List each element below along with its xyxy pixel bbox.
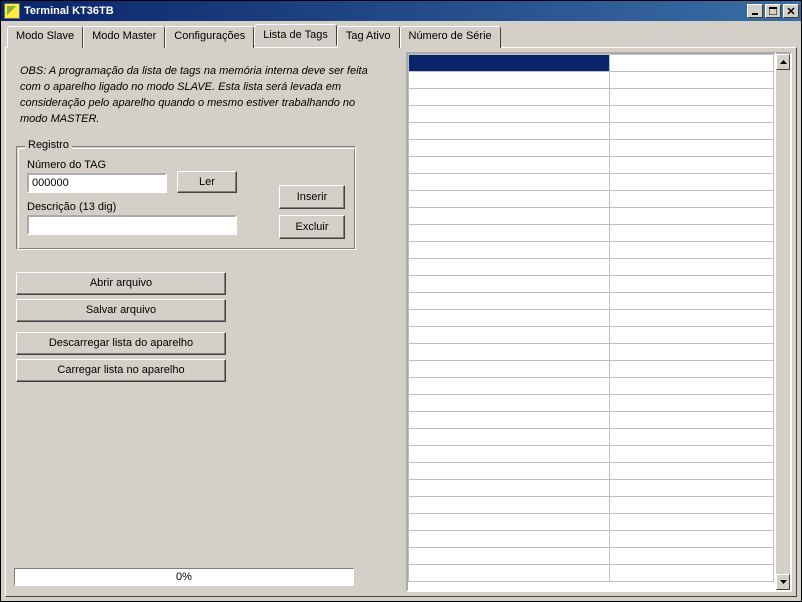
scroll-up-button[interactable] [776, 54, 790, 70]
maximize-button[interactable] [765, 4, 781, 18]
table-row[interactable] [409, 446, 774, 463]
chevron-down-icon [780, 580, 787, 584]
table-row[interactable] [409, 310, 774, 327]
registro-group: Registro Número do TAG Ler Descrição (13… [16, 146, 356, 250]
tabstrip: Modo Slave Modo Master Configurações Lis… [7, 25, 797, 47]
descricao-label: Descrição (13 dig) [27, 201, 237, 213]
tag-number-input[interactable] [27, 173, 167, 193]
obs-text: OBS: A programação da lista de tags na m… [14, 56, 384, 140]
table-row[interactable] [409, 395, 774, 412]
descricao-input[interactable] [27, 215, 237, 235]
table-row[interactable] [409, 157, 774, 174]
tags-grid[interactable] [406, 52, 776, 592]
right-pane [406, 48, 796, 596]
app-icon [4, 3, 20, 19]
progress-bar: 0% [14, 568, 354, 586]
minimize-button[interactable] [747, 4, 763, 18]
table-row[interactable] [409, 412, 774, 429]
content: OBS: A programação da lista de tags na m… [6, 48, 796, 596]
tab-tag-ativo[interactable]: Tag Ativo [337, 26, 400, 48]
tab-modo-master[interactable]: Modo Master [83, 26, 165, 48]
table-row[interactable] [409, 140, 774, 157]
tab-modo-slave[interactable]: Modo Slave [7, 26, 83, 48]
grid-scrollbar[interactable] [776, 52, 792, 592]
close-icon [787, 7, 795, 15]
table-row[interactable] [409, 191, 774, 208]
table-row[interactable] [409, 480, 774, 497]
tab-lista-de-tags[interactable]: Lista de Tags [254, 24, 337, 46]
table-row[interactable] [409, 378, 774, 395]
table-row[interactable] [409, 344, 774, 361]
table-row[interactable] [409, 463, 774, 480]
table-row[interactable] [409, 565, 774, 582]
table-row[interactable] [409, 208, 774, 225]
maximize-icon [769, 7, 777, 15]
table-row[interactable] [409, 361, 774, 378]
chevron-up-icon [780, 60, 787, 64]
abrir-arquivo-button[interactable]: Abrir arquivo [16, 272, 226, 295]
window-title: Terminal KT36TB [24, 5, 746, 17]
scroll-down-button[interactable] [776, 574, 790, 590]
table-row[interactable] [409, 89, 774, 106]
ler-button[interactable]: Ler [177, 171, 237, 193]
table-row[interactable] [409, 276, 774, 293]
progress-text: 0% [176, 571, 192, 583]
table-row[interactable] [409, 514, 774, 531]
minimize-icon [751, 7, 759, 15]
left-pane: OBS: A programação da lista de tags na m… [6, 48, 406, 596]
registro-group-label: Registro [25, 139, 72, 151]
carregar-button[interactable]: Carregar lista no aparelho [16, 359, 226, 382]
grid-table [408, 54, 774, 582]
window: Terminal KT36TB Modo Slave Modo Master C… [0, 0, 802, 602]
tab-numero-de-serie[interactable]: Número de Série [400, 26, 501, 48]
table-row[interactable] [409, 531, 774, 548]
tabpanel: OBS: A programação da lista de tags na m… [5, 47, 797, 597]
table-row[interactable] [409, 106, 774, 123]
table-row[interactable] [409, 259, 774, 276]
table-row[interactable] [409, 293, 774, 310]
close-button[interactable] [783, 4, 799, 18]
table-row[interactable] [409, 548, 774, 565]
client-area: Modo Slave Modo Master Configurações Lis… [1, 21, 801, 601]
table-row[interactable] [409, 123, 774, 140]
salvar-arquivo-button[interactable]: Salvar arquivo [16, 299, 226, 322]
table-row[interactable] [409, 55, 774, 72]
tag-number-label: Número do TAG [27, 159, 167, 171]
grid-container [406, 52, 792, 592]
descarregar-button[interactable]: Descarregar lista do aparelho [16, 332, 226, 355]
table-row[interactable] [409, 174, 774, 191]
titlebar: Terminal KT36TB [1, 1, 801, 21]
tab-configuracoes[interactable]: Configurações [165, 26, 254, 48]
table-row[interactable] [409, 497, 774, 514]
excluir-button[interactable]: Excluir [279, 215, 345, 239]
inserir-button[interactable]: Inserir [279, 185, 345, 209]
table-row[interactable] [409, 327, 774, 344]
table-row[interactable] [409, 225, 774, 242]
table-row[interactable] [409, 72, 774, 89]
table-row[interactable] [409, 242, 774, 259]
table-row[interactable] [409, 429, 774, 446]
